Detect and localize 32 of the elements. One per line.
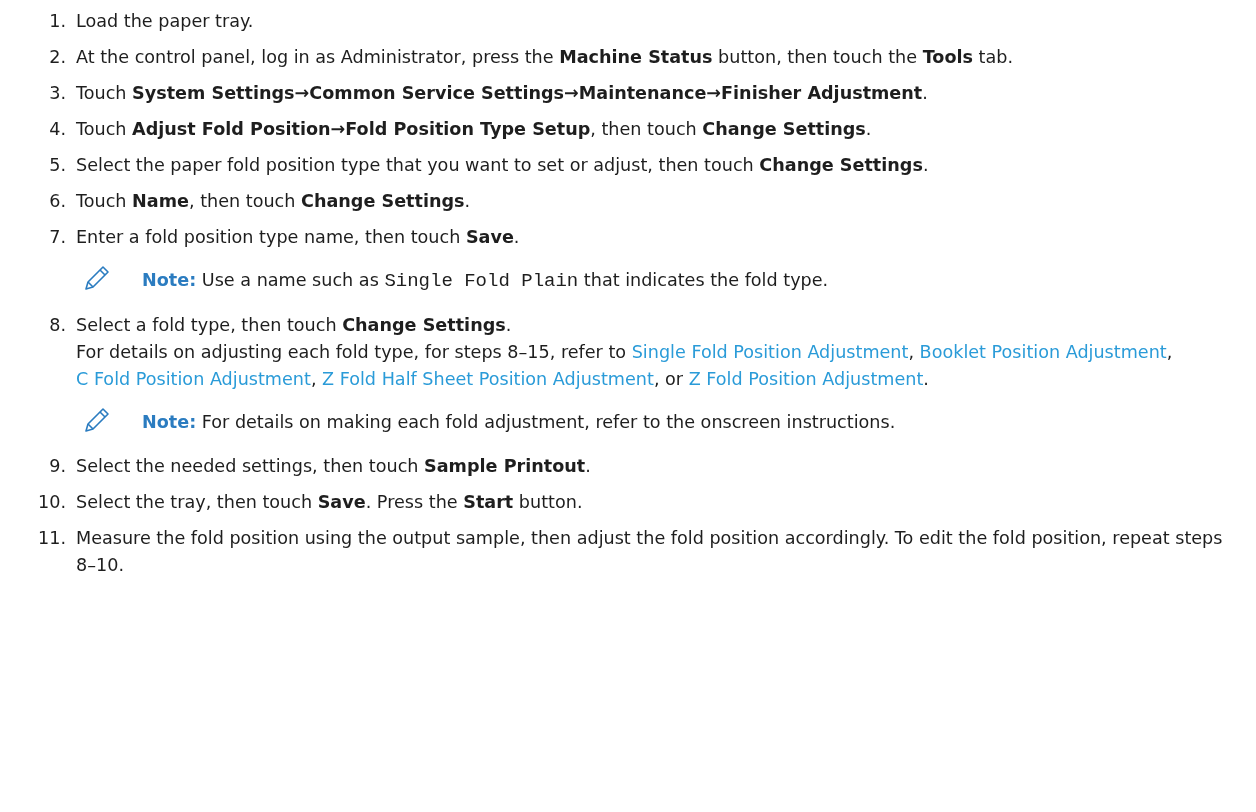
step-text: Touch Name, then touch Change Settings. xyxy=(76,190,472,213)
step-number: 4. xyxy=(48,118,66,141)
step-detail: For details on adjusting each fold type, for steps 8–15, refer to Single Fold Position Adjustment, Booklet Position Adjustment, C Fold Position Adjustment, Z Fold Half Sheet Position Adjustment, or Z Fold Position Adjustment. xyxy=(76,341,1174,391)
step-text: Measure the fold position using the output sample, then adjust the fold position accordingly. To edit the fold position, repeat steps 8–10. xyxy=(76,527,1224,577)
link[interactable]: Booklet Position Adjustment xyxy=(919,342,1167,362)
step-text: Enter a fold position type name, then touch Save. xyxy=(76,226,521,249)
step-text: Select a fold type, then touch Change Settings. xyxy=(76,314,513,337)
step-text: Touch Adjust Fold Position→Fold Position Type Setup, then touch Change Settings. xyxy=(76,118,873,141)
step-number: 2. xyxy=(48,46,66,69)
link[interactable]: Z Fold Position Adjustment xyxy=(688,369,924,389)
link[interactable]: C Fold Position Adjustment xyxy=(76,369,311,389)
step-number: 3. xyxy=(48,82,66,105)
link[interactable]: Z Fold Half Sheet Position Adjustment xyxy=(322,369,654,389)
pencil-icon xyxy=(82,263,112,293)
step-text: Select the tray, then touch Save. Press the Start button. xyxy=(76,491,584,514)
step-text: Touch System Settings→Common Service Settings→Maintenance→Finisher Adjustment. xyxy=(76,82,929,105)
step-number: 5. xyxy=(48,154,66,177)
step-text: Select the needed settings, then touch Sample Printout. xyxy=(76,455,592,478)
step-text: Load the paper tray. xyxy=(76,10,255,33)
note-text: Note: Use a name such as Single Fold Plain that indicates the fold type. xyxy=(142,269,829,294)
step-text: Select the paper fold position type that you want to set or adjust, then touch Change Settings. xyxy=(76,154,930,177)
note-text: Note: For details on making each fold adjustment, refer to the onscreen instructions. xyxy=(142,411,896,434)
step-number: 8. xyxy=(48,314,66,337)
step-number: 1. xyxy=(48,10,66,33)
link[interactable]: Single Fold Position Adjustment xyxy=(631,342,909,362)
step-number: 11. xyxy=(37,527,66,550)
step-number: 10. xyxy=(37,491,66,514)
step-number: 9. xyxy=(48,455,66,478)
step-number: 6. xyxy=(48,190,66,213)
pencil-icon xyxy=(82,405,112,435)
step-number: 7. xyxy=(48,226,66,249)
step-text: At the control panel, log in as Administrator, press the Machine Status button, then touch the Tools tab. xyxy=(76,46,1015,69)
